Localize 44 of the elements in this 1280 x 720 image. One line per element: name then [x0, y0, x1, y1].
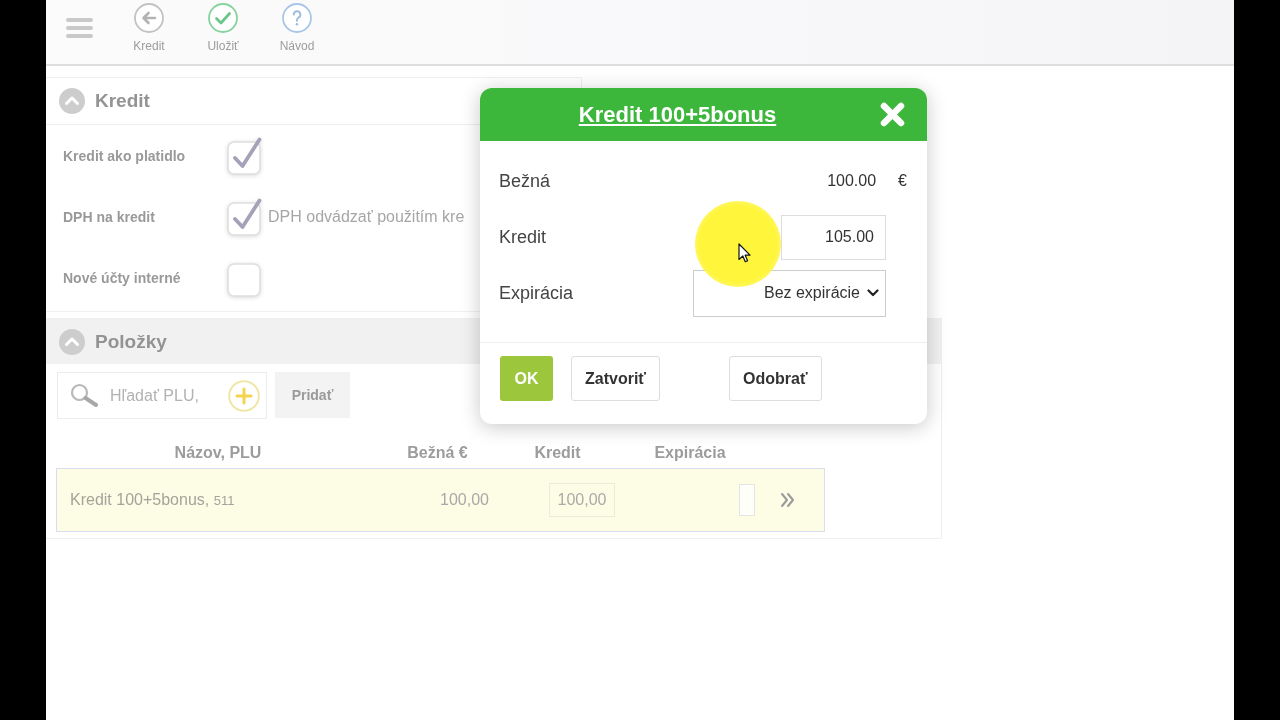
menu-icon[interactable]: [66, 18, 93, 38]
remove-button[interactable]: Odobrať: [729, 356, 822, 401]
question-mark-icon: [282, 3, 312, 33]
setting-label: Kredit ako platidlo: [63, 147, 187, 164]
field-label: Kredit: [499, 226, 547, 248]
field-label: Bežná: [499, 170, 551, 192]
search-field[interactable]: Hľadať PLU,: [57, 372, 267, 419]
column-header: Kredit: [534, 444, 581, 463]
back-button[interactable]: Kredit: [119, 3, 179, 53]
double-chevron-icon[interactable]: [780, 492, 795, 508]
column-header: Názov, PLU: [174, 444, 262, 463]
ok-button[interactable]: OK: [500, 356, 553, 401]
expiry-select[interactable]: Bez expirácie: [693, 269, 886, 317]
chevron-up-icon[interactable]: [59, 328, 85, 355]
section-title: Kredit: [95, 90, 150, 112]
search-icon: [70, 383, 98, 407]
checkbox[interactable]: [226, 136, 262, 175]
setting-label: Nové účty interné: [63, 269, 182, 286]
price-value: 100.00: [827, 172, 877, 190]
section-title: Položky: [95, 330, 167, 353]
save-button[interactable]: Uložiť: [193, 3, 253, 53]
table-row[interactable]: Kredit 100+5bonus, 511 100,00 100,00: [56, 468, 825, 532]
chevron-down-icon: [867, 289, 879, 297]
currency-label: €: [898, 172, 907, 190]
column-header: Bežná €: [407, 444, 468, 463]
price-cell: 100,00: [440, 491, 489, 509]
dialog-title: Kredit 100+5bonus: [578, 101, 777, 127]
chevron-up-icon[interactable]: [59, 88, 85, 114]
field-label: Expirácia: [499, 282, 574, 304]
expiry-field[interactable]: [739, 484, 755, 516]
arrow-left-icon: [134, 3, 164, 33]
setting-note: DPH odvádzať použitím kre: [268, 207, 465, 226]
help-button[interactable]: Návod: [267, 3, 327, 53]
close-button[interactable]: Zatvoriť: [571, 356, 660, 401]
credit-field[interactable]: 100,00: [549, 483, 615, 517]
close-icon[interactable]: [879, 102, 905, 127]
add-button[interactable]: Pridať: [275, 372, 350, 418]
credit-input[interactable]: 105.00: [781, 214, 886, 260]
item-name: Kredit 100+5bonus, 511: [70, 491, 235, 509]
setting-label: DPH na kredit: [63, 208, 156, 225]
cursor-icon: [738, 243, 751, 263]
column-header: Expirácia: [654, 444, 726, 463]
checkbox[interactable]: [226, 197, 262, 236]
check-icon: [208, 3, 238, 33]
